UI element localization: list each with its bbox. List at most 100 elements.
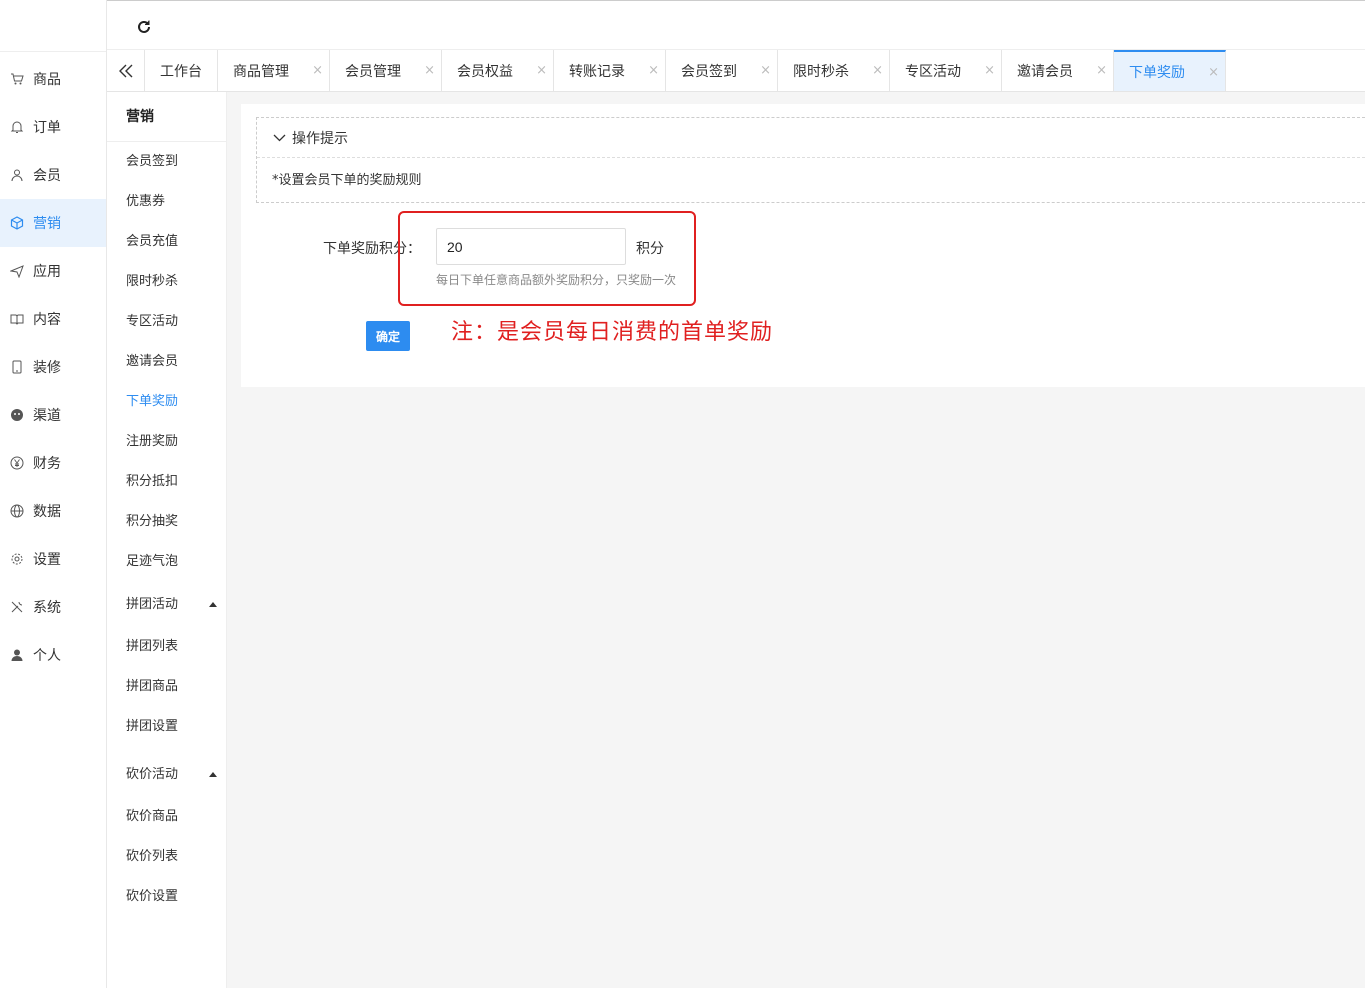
tab-member-management[interactable]: 会员管理 × bbox=[330, 50, 442, 91]
submenu-group-bargain[interactable]: 砍价活动 bbox=[107, 752, 226, 797]
submenu-group-label: 拼团活动 bbox=[126, 597, 179, 612]
tab-goods-management[interactable]: 商品管理 × bbox=[218, 50, 330, 91]
submenu-group-label: 砍价活动 bbox=[126, 767, 179, 782]
sidebar-item-label: 商品 bbox=[33, 72, 61, 88]
tips-title: 操作提示 bbox=[292, 130, 348, 147]
sidebar-item-decoration[interactable]: 装修 bbox=[0, 343, 106, 391]
sidebar-item-apps[interactable]: 应用 bbox=[0, 247, 106, 295]
chevron-down-icon bbox=[273, 134, 286, 142]
tab-workbench[interactable]: 工作台 bbox=[145, 50, 218, 91]
annotation-highlight-box bbox=[398, 211, 696, 306]
sidebar-item-orders[interactable]: 订单 bbox=[0, 103, 106, 151]
tab-invite-members[interactable]: 邀请会员 × bbox=[1002, 50, 1114, 91]
sidebar-item-content[interactable]: 内容 bbox=[0, 295, 106, 343]
sidebar-item-label: 会员 bbox=[33, 168, 61, 184]
primary-sidebar: 商品 订单 会员 营销 应用 内容 装修 渠道 财务 数据 设置 系统 个人 bbox=[0, 0, 107, 988]
tab-zone-activity[interactable]: 专区活动 × bbox=[890, 50, 1002, 91]
primary-nav: 商品 订单 会员 营销 应用 内容 装修 渠道 财务 数据 设置 系统 个人 bbox=[0, 52, 106, 679]
mobile-icon bbox=[10, 360, 24, 374]
app-root: 商品 订单 会员 营销 应用 内容 装修 渠道 财务 数据 设置 系统 个人 工… bbox=[0, 0, 1365, 988]
caret-up-icon bbox=[209, 772, 217, 777]
close-icon[interactable]: × bbox=[312, 63, 323, 78]
submenu-item-order-reward[interactable]: 下单奖励 bbox=[107, 382, 226, 422]
yen-icon bbox=[10, 456, 24, 470]
submenu-item-points-deduction[interactable]: 积分抵扣 bbox=[107, 462, 226, 502]
tab-label: 限时秒杀 bbox=[793, 63, 849, 80]
sidebar-item-label: 设置 bbox=[33, 552, 61, 568]
top-bar bbox=[107, 0, 1365, 50]
sidebar-item-data[interactable]: 数据 bbox=[0, 487, 106, 535]
sidebar-item-marketing[interactable]: 营销 bbox=[0, 199, 106, 247]
tab-order-reward[interactable]: 下单奖励 × bbox=[1114, 50, 1226, 91]
sidebar-item-label: 个人 bbox=[33, 648, 61, 664]
close-icon[interactable]: × bbox=[648, 63, 659, 78]
submenu-item-bargain-goods[interactable]: 砍价商品 bbox=[107, 797, 226, 837]
submenu-title: 营销 bbox=[107, 92, 226, 142]
send-icon bbox=[10, 264, 24, 278]
sidebar-item-finance[interactable]: 财务 bbox=[0, 439, 106, 487]
collapse-menu-icon[interactable] bbox=[107, 50, 145, 91]
refresh-icon[interactable] bbox=[135, 18, 153, 36]
sidebar-item-label: 装修 bbox=[33, 360, 61, 376]
sidebar-item-label: 数据 bbox=[33, 504, 61, 520]
logo-area bbox=[0, 0, 106, 52]
confirm-button[interactable]: 确定 bbox=[366, 321, 410, 351]
tab-label: 会员权益 bbox=[457, 63, 513, 80]
close-icon[interactable]: × bbox=[760, 63, 771, 78]
submenu-item-coupons[interactable]: 优惠券 bbox=[107, 182, 226, 222]
tab-flash-sale[interactable]: 限时秒杀 × bbox=[778, 50, 890, 91]
sidebar-item-label: 渠道 bbox=[33, 408, 61, 424]
submenu-item-footprint-bubble[interactable]: 足迹气泡 bbox=[107, 542, 226, 582]
tab-member-checkin[interactable]: 会员签到 × bbox=[666, 50, 778, 91]
sidebar-item-settings[interactable]: 设置 bbox=[0, 535, 106, 583]
submenu-item-zone-activity[interactable]: 专区活动 bbox=[107, 302, 226, 342]
submenu-item-bargain-list[interactable]: 砍价列表 bbox=[107, 837, 226, 877]
caret-up-icon bbox=[209, 602, 217, 607]
tab-label: 专区活动 bbox=[905, 63, 961, 80]
tips-toggle[interactable]: 操作提示 bbox=[257, 118, 1365, 158]
submenu-item-group-list[interactable]: 拼团列表 bbox=[107, 627, 226, 667]
tab-label: 会员管理 bbox=[345, 63, 401, 80]
sidebar-item-personal[interactable]: 个人 bbox=[0, 631, 106, 679]
submenu-item-group-settings[interactable]: 拼团设置 bbox=[107, 707, 226, 747]
submenu-item-register-reward[interactable]: 注册奖励 bbox=[107, 422, 226, 462]
main-panel: 操作提示 *设置会员下单的奖励规则 下单奖励积分： 积分 每日下单任意商品额外奖… bbox=[241, 104, 1365, 387]
sidebar-item-channels[interactable]: 渠道 bbox=[0, 391, 106, 439]
person-icon bbox=[10, 648, 24, 662]
sidebar-item-label: 营销 bbox=[33, 216, 61, 232]
close-icon[interactable]: × bbox=[1096, 63, 1107, 78]
close-icon[interactable]: × bbox=[872, 63, 883, 78]
close-icon[interactable]: × bbox=[536, 63, 547, 78]
sidebar-item-label: 应用 bbox=[33, 264, 61, 280]
tab-label: 工作台 bbox=[160, 63, 202, 80]
tab-label: 会员签到 bbox=[681, 63, 737, 80]
sidebar-item-label: 订单 bbox=[33, 120, 61, 136]
submenu-item-points-lottery[interactable]: 积分抽奖 bbox=[107, 502, 226, 542]
close-icon[interactable]: × bbox=[984, 63, 995, 78]
wechat-icon bbox=[10, 408, 24, 422]
tab-bar: 工作台 商品管理 × 会员管理 × 会员权益 × 转账记录 × 会员签到 × 限… bbox=[107, 50, 1365, 92]
cart-icon bbox=[10, 72, 24, 86]
sidebar-item-label: 系统 bbox=[33, 600, 61, 616]
sidebar-item-system[interactable]: 系统 bbox=[0, 583, 106, 631]
submenu-item-member-checkin[interactable]: 会员签到 bbox=[107, 142, 226, 182]
sidebar-item-goods[interactable]: 商品 bbox=[0, 55, 106, 103]
submenu-item-member-recharge[interactable]: 会员充值 bbox=[107, 222, 226, 262]
tab-member-benefits[interactable]: 会员权益 × bbox=[442, 50, 554, 91]
tab-label: 邀请会员 bbox=[1017, 63, 1073, 80]
submenu-item-invite-members[interactable]: 邀请会员 bbox=[107, 342, 226, 382]
secondary-sidebar: 营销 会员签到 优惠券 会员充值 限时秒杀 专区活动 邀请会员 下单奖励 注册奖… bbox=[107, 92, 227, 988]
tab-label: 商品管理 bbox=[233, 63, 289, 80]
close-icon[interactable]: × bbox=[1208, 65, 1219, 80]
submenu-item-bargain-settings[interactable]: 砍价设置 bbox=[107, 877, 226, 917]
user-icon bbox=[10, 168, 24, 182]
sidebar-item-label: 财务 bbox=[33, 456, 61, 472]
gear-icon bbox=[10, 552, 24, 566]
close-icon[interactable]: × bbox=[424, 63, 435, 78]
sidebar-item-members[interactable]: 会员 bbox=[0, 151, 106, 199]
submenu-item-flash-sale[interactable]: 限时秒杀 bbox=[107, 262, 226, 302]
submenu-item-group-goods[interactable]: 拼团商品 bbox=[107, 667, 226, 707]
bell-icon bbox=[10, 120, 24, 134]
submenu-group-group-buy[interactable]: 拼团活动 bbox=[107, 582, 226, 627]
tab-transfer-records[interactable]: 转账记录 × bbox=[554, 50, 666, 91]
